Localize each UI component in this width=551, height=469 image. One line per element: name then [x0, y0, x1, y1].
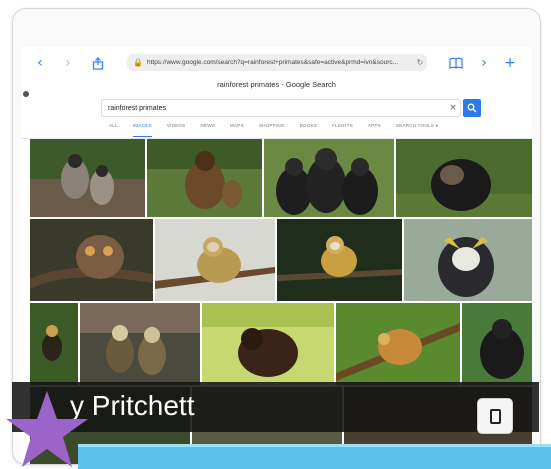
image-result[interactable]: [277, 219, 402, 301]
search-tabs: ALL IMAGES VIDEOS NEWS MAPS SHOPPING BOO…: [109, 123, 438, 137]
image-result[interactable]: [336, 303, 460, 385]
image-result[interactable]: [30, 219, 153, 301]
page-title: rainforest primates - Google Search: [217, 80, 336, 89]
browser-toolbar: ‹ › 🔒 https://www.google.com/search?q=ra…: [21, 47, 532, 79]
tab-search-tools[interactable]: SEARCH TOOLS ▾: [396, 123, 438, 137]
image-result[interactable]: [30, 303, 78, 385]
address-bar[interactable]: 🔒 https://www.google.com/search?q=rainfo…: [127, 54, 427, 71]
image-result[interactable]: [147, 139, 262, 217]
image-result[interactable]: [396, 139, 532, 217]
image-result[interactable]: [155, 219, 275, 301]
image-result[interactable]: [80, 303, 200, 385]
tab-flights[interactable]: FLIGHTS: [332, 123, 353, 137]
image-result[interactable]: [264, 139, 394, 217]
tab-news[interactable]: NEWS: [200, 123, 215, 137]
tab-images[interactable]: IMAGES: [132, 123, 152, 137]
lock-icon: 🔒: [133, 58, 143, 67]
tab-apps[interactable]: APPS: [368, 123, 381, 137]
device-button[interactable]: [477, 398, 513, 434]
tablet-icon: [489, 408, 501, 424]
image-result[interactable]: [462, 303, 532, 385]
share-icon[interactable]: [87, 52, 109, 74]
image-result[interactable]: [30, 139, 145, 217]
tab-maps[interactable]: MAPS: [230, 123, 244, 137]
chevron-right-icon[interactable]: ›: [57, 52, 79, 74]
search-button[interactable]: [463, 99, 481, 117]
bottom-bar: [78, 447, 551, 469]
camera-dot: [23, 91, 29, 97]
book-icon[interactable]: [445, 52, 467, 74]
plus-icon[interactable]: +: [499, 52, 521, 74]
chevron-left-icon[interactable]: ‹: [29, 52, 51, 74]
search-icon: [467, 103, 477, 113]
tab-all[interactable]: ALL: [109, 123, 118, 137]
star-icon: [6, 391, 88, 467]
search-box[interactable]: rainforest primates ×: [101, 99, 461, 117]
chevron-right-icon[interactable]: ›: [473, 52, 495, 74]
close-icon[interactable]: ×: [446, 103, 460, 113]
tab-videos[interactable]: VIDEOS: [167, 123, 186, 137]
image-result[interactable]: [404, 219, 532, 301]
reload-icon[interactable]: ↻: [413, 58, 427, 67]
tab-shopping[interactable]: SHOPPING: [259, 123, 285, 137]
url-text: https://www.google.com/search?q=rainfore…: [146, 59, 399, 66]
image-result[interactable]: [202, 303, 334, 385]
tab-books[interactable]: BOOKS: [300, 123, 317, 137]
search-input[interactable]: rainforest primates: [102, 105, 446, 112]
